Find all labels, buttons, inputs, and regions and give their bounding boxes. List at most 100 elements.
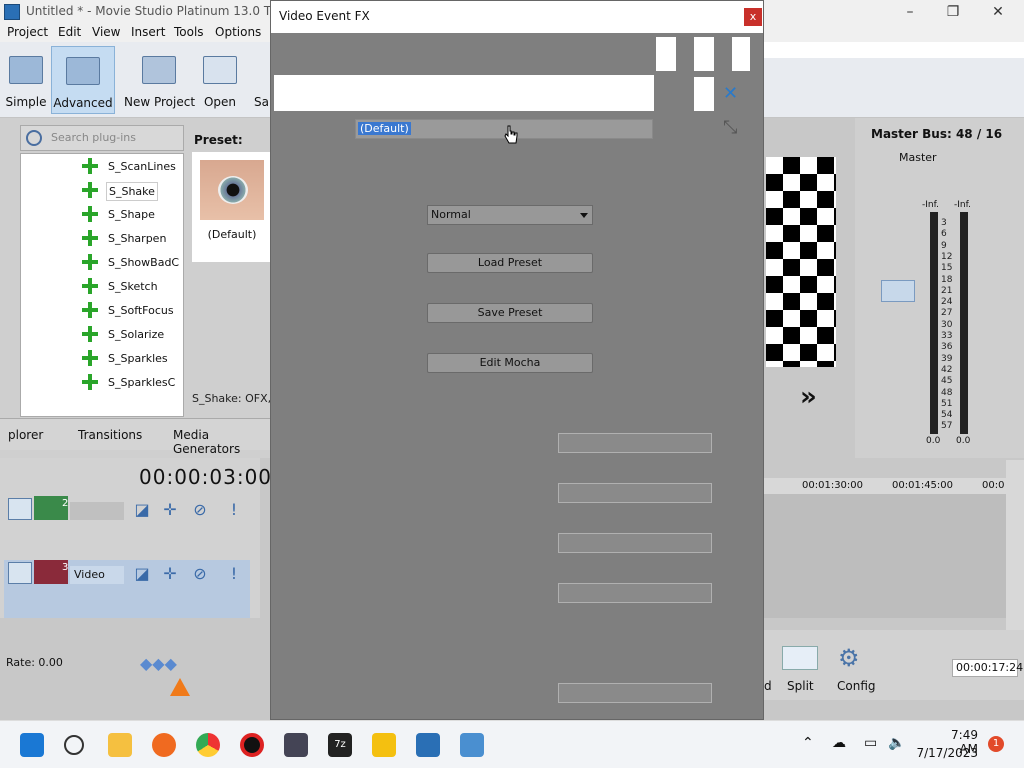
parameter-field[interactable] [558, 583, 712, 603]
meter-value-right: 0.0 [956, 436, 971, 446]
parameter-field[interactable] [558, 433, 712, 453]
menu-tools[interactable]: Tools [174, 25, 204, 39]
compositing-icon[interactable]: ◪ [132, 564, 152, 584]
solo-icon[interactable]: ! [224, 500, 244, 520]
track-name-field[interactable] [70, 502, 124, 520]
advanced-button[interactable]: Advanced [51, 46, 115, 114]
meter-tick: 57 [941, 421, 953, 432]
fx-chain-slot[interactable] [694, 37, 714, 71]
config-button[interactable]: Config [837, 679, 876, 693]
video-editor-icon[interactable] [284, 733, 308, 757]
close-window-icon[interactable]: ✕ [978, 2, 1018, 22]
save-preset-button[interactable]: Save Preset [427, 303, 593, 323]
meter-tick: 54 [941, 410, 953, 421]
maximize-icon[interactable]: ❐ [933, 2, 973, 22]
menu-options[interactable]: Options [215, 25, 261, 39]
preset-label: Preset: [194, 133, 243, 147]
track-expand-icon[interactable] [8, 498, 32, 520]
meter-value-left: 0.0 [926, 436, 941, 446]
taskbar: 7z ⌃ ☁ ▭ 🔈 [0, 720, 1024, 768]
minimize-icon[interactable]: – [890, 2, 930, 22]
preset-value: (Default) [358, 122, 411, 135]
advanced-label: Advanced [53, 96, 113, 110]
simple-button[interactable]: Simple [4, 46, 48, 114]
track-expand-icon[interactable] [8, 562, 32, 584]
motion-icon[interactable]: ✛ [160, 564, 180, 584]
load-preset-button[interactable]: Load Preset [427, 253, 593, 273]
chrome-icon[interactable] [196, 733, 220, 757]
rate-slider-handle[interactable] [170, 678, 190, 696]
meter-tick: 27 [941, 308, 953, 319]
ruler-mark: 00:01:30:00 [802, 480, 864, 491]
file-explorer-icon[interactable] [108, 733, 132, 757]
shuttle-control-icon[interactable]: ◆◆◆ [140, 654, 186, 673]
end-time-display: 00:00:17:24 [952, 659, 1023, 677]
close-icon[interactable]: x [744, 8, 762, 26]
menu-project[interactable]: Project [7, 25, 48, 39]
meter-tick: 39 [941, 353, 953, 364]
split-icon[interactable] [782, 646, 818, 670]
parameter-field[interactable] [558, 533, 712, 553]
track-header[interactable]: 2 ◪ ✛ ⊘ ! [4, 496, 250, 554]
plugin-search-input[interactable]: Search plug-ins [20, 125, 184, 151]
track-name-field[interactable]: Video [70, 566, 124, 584]
menu-edit[interactable]: Edit [58, 25, 81, 39]
windows-start-icon[interactable] [20, 733, 44, 757]
fx-chain-slot[interactable] [732, 37, 750, 71]
track-number: 2 [62, 498, 69, 509]
mute-icon[interactable]: ⊘ [190, 500, 210, 520]
remove-plugin-icon[interactable]: ✕ [723, 83, 738, 104]
tab-transitions[interactable]: Transitions [78, 428, 142, 442]
clock-date[interactable]: 7/17/2023 [916, 746, 978, 760]
solo-icon[interactable]: ! [224, 564, 244, 584]
gear-icon[interactable]: ⚙ [838, 644, 860, 672]
master-fader[interactable] [881, 280, 915, 302]
notification-badge[interactable]: 1 [988, 736, 1004, 752]
parameter-field[interactable] [558, 483, 712, 503]
preset-caption: (Default) [207, 228, 257, 241]
new-project-button[interactable]: New Project [124, 46, 195, 114]
firefox-icon[interactable] [152, 733, 176, 757]
tab-media-generators[interactable]: Media Generators [173, 428, 270, 456]
movie-studio-icon[interactable] [416, 733, 440, 757]
mute-icon[interactable]: ⊘ [190, 564, 210, 584]
open-button[interactable]: Open [200, 46, 240, 114]
cloud-icon[interactable]: ☁ [832, 735, 846, 751]
preset-thumbnail[interactable]: (Default) [192, 152, 272, 262]
compositing-icon[interactable]: ◪ [132, 500, 152, 520]
level-meter-right [960, 212, 968, 434]
hand-cursor-icon [504, 125, 518, 144]
next-frame-icon[interactable]: » [800, 382, 817, 412]
fx-chain-slot[interactable] [656, 37, 676, 71]
simple-label: Simple [5, 95, 47, 109]
plugin-list[interactable]: S_ScanLines S_Shake S_Shape S_Sharpen S_… [20, 153, 184, 417]
network-icon[interactable]: ▭ [864, 735, 877, 751]
meter-tick: 3 [941, 218, 947, 228]
timecode-display: 00:00:03:00 [139, 465, 273, 489]
dialog-title: Video Event FX [279, 9, 370, 23]
menu-insert[interactable]: Insert [131, 25, 165, 39]
save-button[interactable]: Sa [250, 46, 270, 114]
menu-view[interactable]: View [92, 25, 120, 39]
fx-chain-slot[interactable] [694, 77, 714, 111]
tab-explorer[interactable]: plorer [8, 428, 43, 442]
fx-chain-bar[interactable] [274, 75, 654, 111]
volume-icon[interactable]: 🔈 [888, 735, 905, 751]
app-icon[interactable] [460, 733, 484, 757]
blend-mode-select[interactable]: Normal [427, 205, 593, 225]
track-header[interactable]: 3 Video ◪ ✛ ⊘ ! [4, 560, 250, 618]
search-icon[interactable] [64, 735, 84, 755]
edit-mocha-button[interactable]: Edit Mocha [427, 353, 593, 373]
parameter-field[interactable] [558, 683, 712, 703]
collapse-icon[interactable]: ⤡ [723, 117, 737, 138]
timeline-area[interactable] [764, 494, 1006, 618]
motion-icon[interactable]: ✛ [160, 500, 180, 520]
timeline-ruler[interactable]: 00:01:30:00 00:01:45:00 00:0 [764, 478, 1006, 494]
recorder-icon[interactable] [240, 733, 264, 757]
chevron-up-icon[interactable]: ⌃ [802, 735, 814, 751]
split-button[interactable]: Split [787, 679, 814, 693]
meter-tick: 45 [941, 376, 953, 387]
timeline-vertical-scrollbar[interactable] [1006, 460, 1024, 630]
mocha-icon[interactable] [372, 733, 396, 757]
7zip-icon[interactable]: 7z [328, 733, 352, 757]
